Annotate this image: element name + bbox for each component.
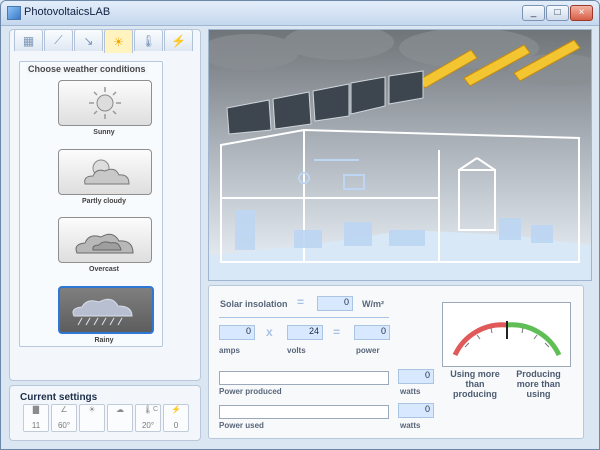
setting-load: ⚡ 0 (163, 404, 189, 432)
balance-meter (442, 302, 571, 367)
minimize-button[interactable]: _ (522, 5, 545, 21)
weather-option-partly-cloudy[interactable] (58, 149, 152, 195)
insolation-value: 0 (317, 296, 353, 311)
insolation-unit: W/m² (362, 299, 384, 309)
tab-sun-angle[interactable]: ⟋ (44, 29, 73, 51)
power-used-bar (219, 405, 389, 419)
weather-option-rainy[interactable] (58, 286, 154, 334)
meter-caption-left: Using more than producing (450, 369, 500, 399)
thermometer-icon: 🌡 (140, 33, 157, 48)
house-illustration (209, 30, 591, 280)
setting-sun: ☀ (79, 404, 105, 432)
setting-value: 0 (173, 421, 179, 430)
tab-temperature[interactable]: 🌡 (134, 29, 163, 51)
weather-label-overcast: Overcast (89, 266, 119, 273)
current-settings-title: Current settings (20, 392, 98, 403)
power-produced-label: Power produced (219, 387, 282, 396)
rainy-icon (72, 298, 133, 326)
power-value: 0 (354, 325, 390, 340)
angle-icon: ∠ (60, 405, 68, 414)
power-produced-value: 0 (398, 369, 434, 384)
tab-load[interactable]: ⚡ (164, 29, 193, 51)
sun-icon: ☀ (113, 34, 124, 49)
weather-label-rainy: Rainy (94, 337, 114, 344)
sun-direction-icon: ↘ (83, 33, 94, 48)
thermometer-icon: 🌡 (142, 405, 154, 414)
balance-gauge (452, 321, 562, 357)
power-used-value: 0 (398, 403, 434, 418)
multiply-sign: x (266, 325, 273, 339)
equals-sign: = (297, 295, 305, 309)
setting-panels: ▇ 11 (23, 404, 49, 432)
setting-weather: ☁ (107, 404, 133, 432)
temperature-unit: C (152, 406, 158, 413)
divider (219, 317, 389, 318)
amps-label: amps (219, 346, 240, 355)
close-button[interactable]: × (570, 5, 593, 21)
equals-sign: = (333, 325, 341, 339)
volts-label: volts (287, 346, 306, 355)
plug-icon: ⚡ (171, 405, 181, 414)
setting-angle: ∠ 60° (51, 404, 77, 432)
power-produced-unit: watts (400, 387, 421, 396)
weather-option-overcast[interactable] (58, 217, 152, 263)
app-window: PhotovoltaicsLAB _ □ × ▦ ⟋ ↘ ☀ 🌡 ⚡ Choos… (0, 0, 600, 450)
volts-value: 24 (287, 325, 323, 340)
meter-caption-right: Producing more than using (516, 369, 561, 399)
weather-label-sunny: Sunny (93, 129, 115, 136)
sunny-icon (89, 87, 121, 119)
overcast-icon (75, 233, 134, 254)
maximize-button[interactable]: □ (546, 5, 569, 21)
partly-cloudy-icon (84, 159, 130, 185)
weather-label-partly-cloudy: Partly cloudy (82, 198, 126, 205)
rainy-icon: ☁ (116, 405, 124, 414)
power-produced-bar (219, 371, 389, 385)
layout-grid-icon: ▦ (22, 33, 35, 48)
tab-strip: ▦ ⟋ ↘ ☀ 🌡 ⚡ (14, 29, 194, 53)
app-icon (7, 6, 21, 20)
setting-value: 20° (141, 421, 155, 430)
tab-weather[interactable]: ☀ (104, 29, 133, 53)
house-scene (208, 29, 592, 281)
tab-layout[interactable]: ▦ (14, 29, 43, 51)
setting-temperature: 🌡 C 20° (135, 404, 161, 432)
power-label: power (356, 346, 380, 355)
window-title: PhotovoltaicsLAB (24, 6, 111, 18)
panel-icon: ▇ (32, 405, 40, 414)
setting-value: 60° (57, 421, 71, 430)
plug-icon: ⚡ (171, 33, 186, 48)
insolation-label: Solar insolation (220, 299, 288, 309)
titlebar: PhotovoltaicsLAB _ □ × (1, 1, 599, 26)
power-used-label: Power used (219, 421, 264, 430)
sun-angle-icon: ⟋ (54, 33, 63, 47)
tab-sun-direction[interactable]: ↘ (74, 29, 103, 51)
weather-option-sunny[interactable] (58, 80, 152, 126)
weather-heading: Choose weather conditions (26, 64, 148, 74)
power-used-unit: watts (400, 421, 421, 430)
sun-icon: ☀ (88, 405, 96, 414)
amps-value: 0 (219, 325, 255, 340)
setting-value: 11 (31, 421, 41, 430)
